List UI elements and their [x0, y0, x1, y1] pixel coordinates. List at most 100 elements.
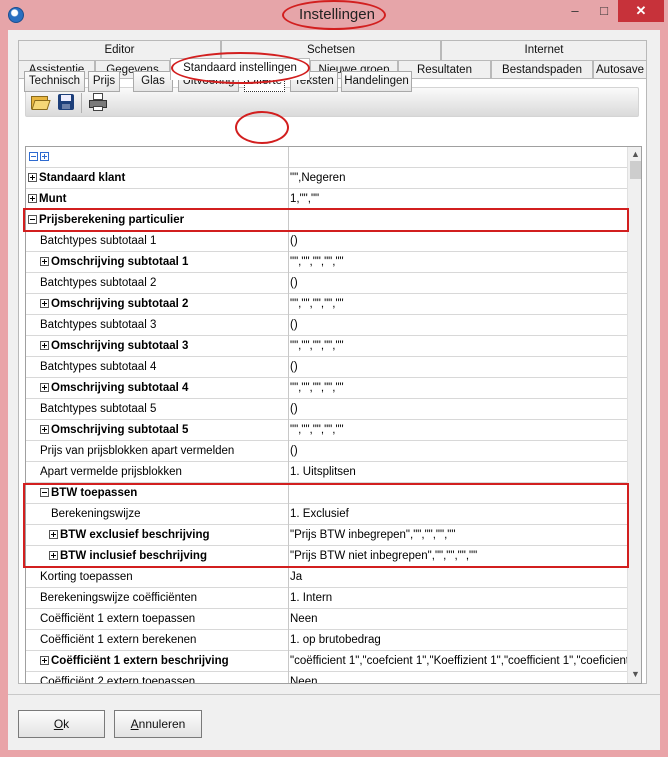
property-row[interactable]: Omschrijving subtotaal 2 "","","","","" [26, 294, 627, 315]
property-name-cell: Omschrijving subtotaal 1 [26, 252, 288, 272]
property-value: Neen [290, 613, 318, 625]
tab-internet[interactable]: Internet [441, 40, 647, 60]
property-value-cell[interactable]: "coëfficient 1","coefcient 1","Koeffizie… [289, 651, 627, 671]
property-row[interactable]: Coëfficiënt 1 extern toepassen Neen [26, 609, 627, 630]
print-icon[interactable] [88, 93, 108, 111]
minimize-button[interactable]: – [560, 0, 590, 22]
property-value-cell[interactable]: 1. Intern [289, 588, 627, 608]
property-value-cell[interactable]: () [289, 357, 627, 377]
category-technisch[interactable]: Technisch [24, 71, 85, 92]
expand-all-icon[interactable] [40, 152, 49, 161]
cancel-label: nnuleren [138, 717, 186, 731]
category-prijs[interactable]: Prijs [88, 71, 120, 92]
tab-bestandspaden[interactable]: Bestandspaden [491, 60, 593, 80]
vertical-scrollbar[interactable]: ▲ ▼ [627, 147, 641, 683]
property-row[interactable]: Omschrijving subtotaal 5 "","","","","" [26, 420, 627, 441]
property-name: Munt [39, 193, 67, 205]
property-value-cell[interactable]: "","","","","" [289, 252, 627, 272]
property-row[interactable]: Berekeningswijze coëfficiënten 1. Intern [26, 588, 627, 609]
property-value: "",Negeren [290, 172, 346, 184]
category-glas[interactable]: Glas [133, 71, 173, 92]
property-row[interactable]: Batchtypes subtotaal 3 () [26, 315, 627, 336]
property-name: Batchtypes subtotaal 2 [40, 277, 157, 289]
scroll-thumb[interactable] [630, 161, 641, 179]
property-value: 1. Uitsplitsen [290, 466, 356, 478]
property-row[interactable]: Omschrijving subtotaal 4 "","","","","" [26, 378, 627, 399]
property-name: Coëfficiënt 1 extern beschrijving [51, 655, 229, 667]
property-value-cell[interactable]: () [289, 441, 627, 461]
property-name-cell: Omschrijving subtotaal 4 [26, 378, 288, 398]
property-row[interactable]: Standaard klant "",Negeren [26, 168, 627, 189]
open-folder-icon[interactable] [30, 93, 51, 111]
property-value-cell[interactable]: Ja [289, 567, 627, 587]
property-name: Standaard klant [39, 172, 126, 184]
property-name-cell: Coëfficiënt 1 extern berekenen [26, 630, 288, 650]
app-icon[interactable] [8, 7, 24, 23]
property-row[interactable]: Coëfficiënt 1 extern berekenen 1. op brut… [26, 630, 627, 651]
property-name: Batchtypes subtotaal 4 [40, 361, 157, 373]
property-value-cell[interactable]: "","","","","" [289, 420, 627, 440]
property-row[interactable]: Coëfficiënt 1 extern beschrijving "coëffi… [26, 651, 627, 672]
category-handelingen[interactable]: Handelingen [341, 71, 412, 92]
ok-accel: O [53, 717, 64, 731]
property-value-cell[interactable]: "","","","","" [289, 378, 627, 398]
property-value: () [290, 361, 298, 373]
property-row[interactable]: Omschrijving subtotaal 1 "","","","","" [26, 252, 627, 273]
property-value-cell[interactable]: "",Negeren [289, 168, 627, 188]
property-value: "","","","","" [290, 340, 344, 352]
property-value-cell[interactable]: () [289, 273, 627, 293]
property-name-cell: Korting toepassen [26, 567, 288, 587]
property-row[interactable]: Korting toepassen Ja [26, 567, 627, 588]
save-icon[interactable] [56, 93, 76, 111]
property-value-cell[interactable]: () [289, 231, 627, 251]
close-button[interactable]: ✕ [618, 0, 664, 22]
expand-icon[interactable] [40, 257, 49, 266]
collapse-all-icon[interactable] [29, 152, 38, 161]
title-highlight-circle [282, 0, 386, 30]
property-value-cell[interactable]: Neen [289, 672, 627, 684]
tab-autosave[interactable]: Autosave [593, 60, 647, 80]
property-row[interactable]: Batchtypes subtotaal 4 () [26, 357, 627, 378]
property-row[interactable]: Coëfficiënt 2 extern toepassen Neen [26, 672, 627, 684]
expand-icon[interactable] [28, 173, 37, 182]
property-name-cell: Coëfficiënt 2 extern toepassen [26, 672, 288, 683]
property-name-cell: Munt [26, 189, 288, 209]
cancel-accel: A [130, 717, 139, 731]
property-row[interactable]: Omschrijving subtotaal 3 "","","","","" [26, 336, 627, 357]
expand-icon[interactable] [40, 383, 49, 392]
expand-icon[interactable] [40, 425, 49, 434]
scroll-down-icon[interactable]: ▼ [628, 667, 641, 681]
property-name-cell: Apart vermelde prijsblokken [26, 462, 288, 482]
property-value-cell[interactable]: () [289, 315, 627, 335]
property-name-cell: Batchtypes subtotaal 5 [26, 399, 288, 419]
property-value-cell[interactable]: 1. op brutobedrag [289, 630, 627, 650]
ok-button[interactable]: Ok [18, 710, 105, 738]
dialog-divider [8, 694, 660, 695]
scroll-up-icon[interactable]: ▲ [628, 147, 641, 161]
property-value: Neen [290, 676, 318, 684]
cancel-button[interactable]: Annuleren [114, 710, 202, 738]
expand-icon[interactable] [40, 341, 49, 350]
property-name-cell: Coëfficiënt 1 extern beschrijving [26, 651, 288, 671]
property-row[interactable]: Batchtypes subtotaal 5 () [26, 399, 627, 420]
expand-icon[interactable] [40, 299, 49, 308]
property-row[interactable]: Munt 1,"","" [26, 189, 627, 210]
expand-icon[interactable] [28, 194, 37, 203]
maximize-button[interactable]: □ [590, 0, 618, 22]
property-name-cell: Prijs van prijsblokken apart vermelden [26, 441, 288, 461]
property-value: "","","","","" [290, 298, 344, 310]
property-value-cell[interactable]: 1,"","" [289, 189, 627, 209]
property-row[interactable]: Apart vermelde prijsblokken 1. Uitsplitse… [26, 462, 627, 483]
property-value: () [290, 235, 298, 247]
property-value-cell[interactable]: "","","","","" [289, 294, 627, 314]
property-row[interactable]: Batchtypes subtotaal 2 () [26, 273, 627, 294]
expand-icon[interactable] [40, 656, 49, 665]
property-name: Coëfficiënt 1 extern toepassen [40, 613, 196, 625]
property-value-cell[interactable]: () [289, 399, 627, 419]
property-row[interactable]: Batchtypes subtotaal 1 () [26, 231, 627, 252]
property-row[interactable]: Prijs van prijsblokken apart vermelden () [26, 441, 627, 462]
property-value: "","","","","" [290, 382, 344, 394]
property-value-cell[interactable]: Neen [289, 609, 627, 629]
property-value-cell[interactable]: "","","","","" [289, 336, 627, 356]
property-value-cell[interactable]: 1. Uitsplitsen [289, 462, 627, 482]
